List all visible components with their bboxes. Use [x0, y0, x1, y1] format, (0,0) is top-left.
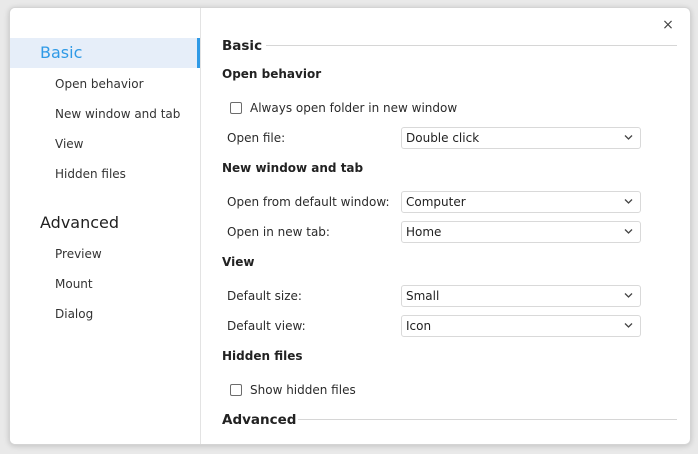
sidebar-item-label: View [55, 137, 84, 151]
always-open-folder-checkbox[interactable]: Always open folder in new window [230, 99, 457, 117]
default-size-select[interactable]: Small [401, 285, 641, 307]
default-view-label: Default view: [227, 319, 306, 333]
sidebar-item-label: Preview [55, 247, 102, 261]
close-icon: × [662, 17, 674, 33]
chevron-down-icon [624, 199, 633, 204]
checkbox-label: Show hidden files [250, 383, 356, 397]
section-divider [298, 419, 677, 420]
close-button[interactable]: × [658, 15, 678, 35]
checkbox-box[interactable] [230, 384, 242, 396]
sidebar-group-advanced[interactable]: Advanced [10, 208, 200, 238]
sidebar: Basic Open behavior New window and tab V… [10, 8, 201, 444]
sidebar-item-label: Hidden files [55, 167, 126, 181]
chevron-down-icon [624, 229, 633, 234]
sidebar-item-label: Dialog [55, 307, 94, 321]
section-title-basic: Basic [222, 38, 263, 54]
checkbox-box[interactable] [230, 102, 242, 114]
select-value: Small [406, 289, 440, 303]
chevron-down-icon [624, 135, 633, 140]
default-window-label: Open from default window: [227, 195, 390, 209]
select-value: Double click [406, 131, 480, 145]
section-title-advanced: Advanced [222, 412, 297, 428]
select-value: Icon [406, 319, 432, 333]
sidebar-item-view[interactable]: View [10, 131, 200, 157]
sidebar-group-label: Basic [40, 43, 83, 62]
default-window-select[interactable]: Computer [401, 191, 641, 213]
sidebar-group-basic[interactable]: Basic [10, 38, 200, 68]
group-title-view: View [222, 255, 255, 269]
select-value: Home [406, 225, 442, 239]
sidebar-item-label: Open behavior [55, 77, 144, 91]
chevron-down-icon [624, 293, 633, 298]
new-tab-select[interactable]: Home [401, 221, 641, 243]
sidebar-item-new-window-and-tab[interactable]: New window and tab [10, 101, 200, 127]
default-view-select[interactable]: Icon [401, 315, 641, 337]
sidebar-item-dialog[interactable]: Dialog [10, 301, 200, 327]
sidebar-item-label: Mount [55, 277, 93, 291]
show-hidden-files-checkbox[interactable]: Show hidden files [230, 381, 356, 399]
select-value: Computer [406, 195, 466, 209]
chevron-down-icon [624, 323, 633, 328]
section-divider [266, 45, 677, 46]
open-file-label: Open file: [227, 131, 286, 145]
group-title-hidden-files: Hidden files [222, 349, 303, 363]
sidebar-item-preview[interactable]: Preview [10, 241, 200, 267]
sidebar-item-open-behavior[interactable]: Open behavior [10, 71, 200, 97]
default-size-label: Default size: [227, 289, 302, 303]
group-title-new-window-and-tab: New window and tab [222, 161, 364, 175]
new-tab-label: Open in new tab: [227, 225, 330, 239]
group-title-open-behavior: Open behavior [222, 67, 322, 81]
sidebar-item-label: New window and tab [55, 107, 181, 121]
sidebar-item-hidden-files[interactable]: Hidden files [10, 161, 200, 187]
sidebar-item-mount[interactable]: Mount [10, 271, 200, 297]
settings-dialog: Basic Open behavior New window and tab V… [9, 7, 691, 445]
checkbox-label: Always open folder in new window [250, 101, 458, 115]
open-file-select[interactable]: Double click [401, 127, 641, 149]
sidebar-group-label: Advanced [40, 213, 120, 232]
